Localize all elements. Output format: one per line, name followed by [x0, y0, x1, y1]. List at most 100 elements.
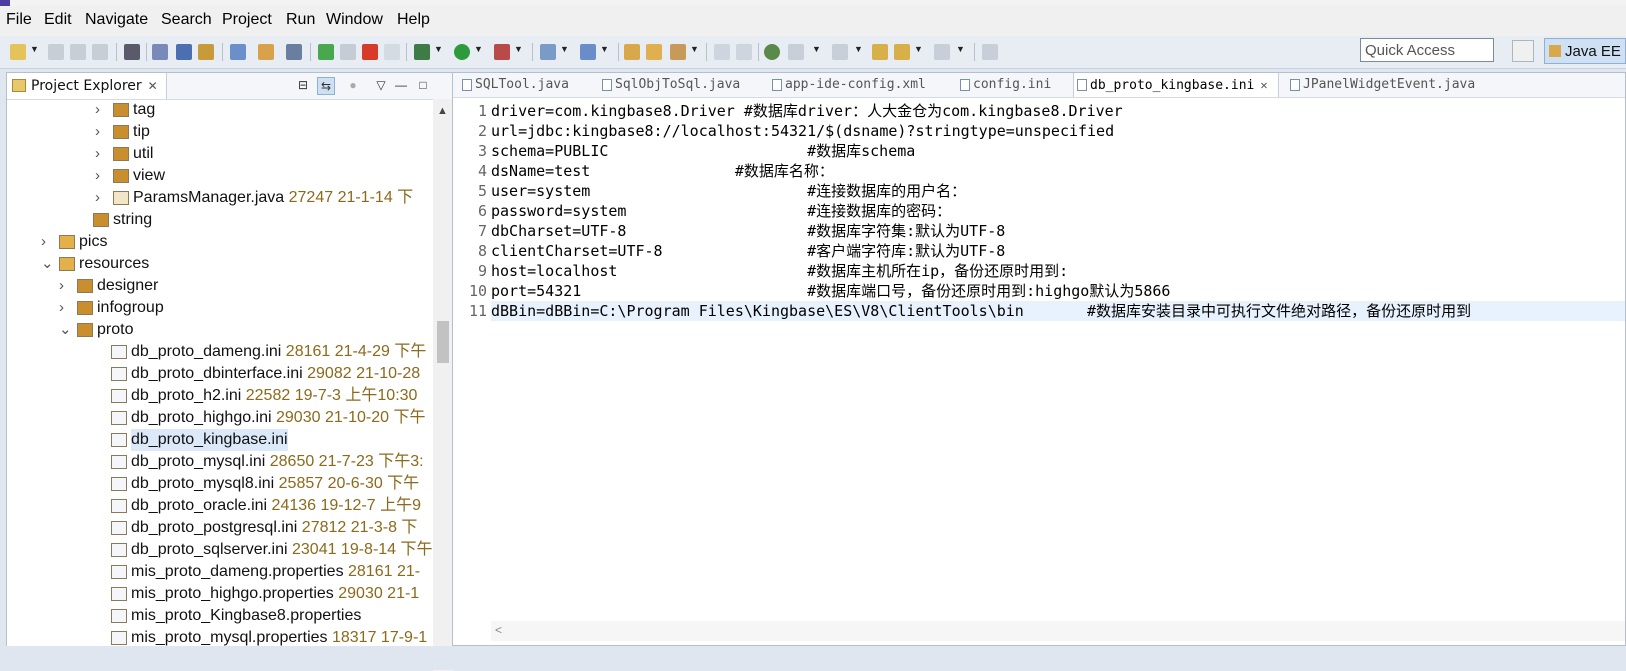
tree-item[interactable]: mis_proto_highgo.properties 29030 21-1 — [7, 583, 433, 605]
tree-item[interactable]: db_proto_highgo.ini 29030 21-10-20 下午 — [7, 407, 433, 429]
code-area[interactable]: driver=com.kingbase8.Driver #数据库driver：人… — [491, 99, 1625, 619]
terminate-icon[interactable] — [362, 44, 378, 60]
close-icon[interactable]: ✕ — [148, 73, 158, 99]
perspective-java-ee-button[interactable]: Java EE — [1544, 38, 1626, 64]
editor-tab[interactable]: db_proto_kingbase.ini ✕ — [1073, 73, 1279, 97]
tree-item[interactable]: › tip — [7, 121, 433, 143]
tree-item[interactable]: db_proto_dameng.ini 28161 21-4-29 下午 — [7, 341, 433, 363]
editor-tab[interactable]: config.ini — [957, 73, 1063, 97]
tree-item[interactable]: › util — [7, 143, 433, 165]
focus-icon[interactable]: ● — [345, 77, 361, 93]
code-line[interactable]: dbCharset=UTF-8 #数据库字符集:默认为UTF-8 — [491, 221, 1005, 241]
skip-breakpoints-icon[interactable] — [152, 44, 168, 60]
tab-project-explorer[interactable]: Project Explorer ✕ — [7, 73, 167, 99]
new-icon[interactable] — [10, 44, 26, 60]
menu-run[interactable]: Run — [286, 11, 315, 29]
chevron-right-icon[interactable]: › — [95, 121, 100, 143]
save-icon[interactable] — [48, 44, 64, 60]
tree-item[interactable]: db_proto_mysql.ini 28650 21-7-23 下午3: — [7, 451, 433, 473]
print-icon[interactable] — [92, 44, 108, 60]
collapse-all-icon[interactable]: ⊟ — [295, 77, 311, 93]
menu-help[interactable]: Help — [397, 11, 430, 29]
terminal-icon[interactable] — [124, 44, 140, 60]
pin-editor-icon[interactable] — [982, 44, 998, 60]
chevron-down-icon[interactable]: ▼ — [812, 44, 821, 54]
code-line[interactable]: password=system #连接数据库的密码： — [491, 201, 951, 221]
refactor-icon[interactable] — [230, 44, 246, 60]
debug-icon[interactable] — [414, 44, 430, 60]
show-whitespace-icon[interactable] — [736, 44, 752, 60]
resume-icon[interactable] — [318, 44, 334, 60]
link-icon[interactable] — [198, 44, 214, 60]
chevron-right-icon[interactable]: › — [95, 165, 100, 187]
editor-tab[interactable]: JPanelWidgetEvent.java — [1287, 73, 1487, 97]
menu-project[interactable]: Project — [222, 11, 272, 29]
open-perspective-icon[interactable] — [1512, 40, 1534, 62]
code-line[interactable]: dBBin=dBBin=C:\Program Files\Kingbase\ES… — [491, 301, 1625, 321]
chevron-down-icon[interactable]: ▼ — [474, 44, 483, 54]
tree-item[interactable]: string — [7, 209, 433, 231]
tree-item[interactable]: › pics — [7, 231, 433, 253]
search-icon[interactable] — [670, 44, 686, 60]
new-server-icon[interactable] — [540, 44, 556, 60]
chevron-right-icon[interactable]: › — [95, 187, 100, 209]
tree-item[interactable]: ⌄ resources — [7, 253, 433, 275]
code-line[interactable]: user=system #连接数据库的用户名： — [491, 181, 966, 201]
chevron-down-icon[interactable]: ⌄ — [59, 319, 72, 341]
tree-item[interactable]: db_proto_dbinterface.ini 29082 21-10-28 — [7, 363, 433, 385]
toggle-mark-icon[interactable] — [714, 44, 730, 60]
link-with-editor-icon[interactable]: ⇆ — [317, 77, 335, 95]
tree-item[interactable]: db_proto_postgresql.ini 27812 21-3-8 下 — [7, 517, 433, 539]
code-line[interactable]: host=localhost #数据库主机所在ip，备份还原时用到: — [491, 261, 1068, 281]
menu-navigate[interactable]: Navigate — [85, 11, 148, 29]
menu-file[interactable]: File — [6, 11, 32, 29]
maximize-icon[interactable]: □ — [415, 77, 431, 93]
new-class-icon[interactable] — [580, 44, 596, 60]
chevron-down-icon[interactable]: ▼ — [434, 44, 443, 54]
chevron-down-icon[interactable]: ▼ — [600, 44, 609, 54]
tree-item[interactable]: db_proto_h2.ini 22582 19-7-3 上午10:30 — [7, 385, 433, 407]
tree-item[interactable]: mis_proto_dameng.properties 28161 21- — [7, 561, 433, 583]
chevron-down-icon[interactable]: ▼ — [690, 44, 699, 54]
code-line[interactable]: port=54321 #数据库端口号，备份还原时用到:highgo默认为5866 — [491, 281, 1170, 301]
tree-item[interactable]: › designer — [7, 275, 433, 297]
tree-item[interactable]: › tag — [7, 99, 433, 121]
back-icon[interactable] — [894, 44, 910, 60]
suspend-icon[interactable] — [340, 44, 356, 60]
sync-icon[interactable] — [258, 44, 274, 60]
run-icon[interactable] — [454, 44, 470, 60]
chevron-right-icon[interactable]: › — [95, 99, 100, 121]
tree-item[interactable]: db_proto_sqlserver.ini 23041 19-8-14 下午 — [7, 539, 433, 561]
step-icon[interactable] — [286, 44, 302, 60]
editor-tab[interactable]: app-ide-config.xml — [769, 73, 947, 97]
editor-horizontal-scrollbar[interactable]: < — [491, 621, 1625, 641]
next-annotation-icon[interactable] — [788, 44, 804, 60]
tree-item[interactable]: mis_proto_Kingbase8.properties — [7, 605, 433, 627]
tree-item[interactable]: › ParamsManager.java 27247 21-1-14 下 — [7, 187, 433, 209]
menu-search[interactable]: Search — [161, 11, 212, 29]
prev-annotation-icon[interactable] — [832, 44, 848, 60]
external-tools-icon[interactable] — [494, 44, 510, 60]
last-edit-icon[interactable] — [872, 44, 888, 60]
save-all-icon[interactable] — [70, 44, 86, 60]
tasks-icon[interactable] — [176, 44, 192, 60]
chevron-right-icon[interactable]: › — [41, 231, 46, 253]
chevron-down-icon[interactable]: ▼ — [854, 44, 863, 54]
editor-tab[interactable]: SqlObjToSql.java — [599, 73, 759, 97]
close-icon[interactable]: ✕ — [1260, 73, 1267, 97]
chevron-down-icon[interactable]: ⌄ — [41, 253, 54, 275]
editor-tab[interactable]: SQLTool.java — [459, 73, 589, 97]
chevron-down-icon[interactable]: ▼ — [956, 44, 965, 54]
scroll-left-icon[interactable]: < — [495, 623, 502, 637]
tree-item[interactable]: db_proto_oracle.ini 24136 19-12-7 上午9 — [7, 495, 433, 517]
code-line[interactable]: dsName=test #数据库名称： — [491, 161, 834, 181]
open-folder-icon[interactable] — [646, 44, 662, 60]
code-line[interactable]: clientCharset=UTF-8 #客户端字符库:默认为UTF-8 — [491, 241, 1005, 261]
view-menu-icon[interactable]: ▽ — [373, 77, 389, 93]
menu-window[interactable]: Window — [326, 11, 383, 29]
scroll-up-icon[interactable]: ▲ — [437, 105, 448, 117]
chevron-down-icon[interactable]: ▼ — [514, 44, 523, 54]
quick-access-input[interactable]: Quick Access — [1360, 38, 1494, 62]
code-line[interactable]: driver=com.kingbase8.Driver #数据库driver：人… — [491, 101, 1123, 121]
chevron-right-icon[interactable]: › — [59, 297, 64, 319]
